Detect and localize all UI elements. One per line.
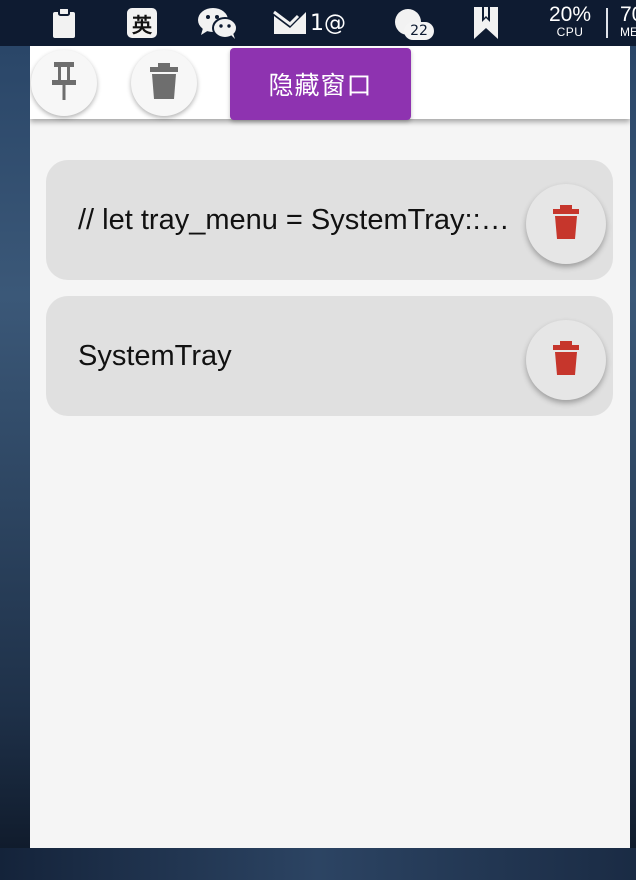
desktop-wallpaper-left (0, 46, 30, 880)
cpu-label: CPU (556, 25, 584, 39)
delete-item-button[interactable] (526, 320, 606, 400)
trash-icon (552, 340, 580, 381)
clipboard-item[interactable]: SystemTray (46, 296, 613, 416)
mem-label: MEM (620, 25, 636, 39)
input-method-label: 英 (127, 8, 157, 38)
clipboard-item[interactable]: // let tray_menu = SystemTray::new(); (46, 160, 613, 280)
pin-button[interactable] (31, 50, 97, 116)
clear-all-button[interactable] (131, 50, 197, 116)
hide-window-button[interactable]: 隐藏窗口 (230, 48, 411, 120)
menubar-divider (606, 8, 608, 38)
pin-icon (49, 61, 79, 106)
desktop-wallpaper-right (630, 46, 636, 880)
cpu-percent: 20% (548, 3, 592, 26)
clipboard-item-text: // let tray_menu = SystemTray::new(); (78, 203, 518, 236)
memory-monitor[interactable]: 70% MEM (620, 3, 636, 39)
desktop-wallpaper-bottom (0, 848, 636, 880)
clipboard-item-text: SystemTray (78, 339, 232, 372)
wechat-icon[interactable] (196, 0, 240, 46)
clipboard-window: 隐藏窗口 // let tray_menu = SystemTray::new(… (30, 46, 630, 848)
clipboard-icon[interactable] (48, 0, 80, 46)
mem-percent: 70% (620, 3, 636, 26)
bookmark-app-icon[interactable] (472, 0, 500, 46)
toolbar: 隐藏窗口 (30, 46, 630, 120)
menu-bar: 英 1@ 22 20% CPU 7 ME (0, 0, 636, 46)
notification-text: 1@ (310, 10, 346, 36)
trash-icon (552, 204, 580, 245)
delete-item-button[interactable] (526, 184, 606, 264)
notification-badge: 22 (404, 22, 434, 40)
input-method-icon[interactable]: 英 (126, 0, 158, 46)
mail-icon[interactable] (270, 0, 310, 46)
cpu-monitor[interactable]: 20% CPU (545, 3, 595, 39)
trash-icon (149, 62, 179, 105)
